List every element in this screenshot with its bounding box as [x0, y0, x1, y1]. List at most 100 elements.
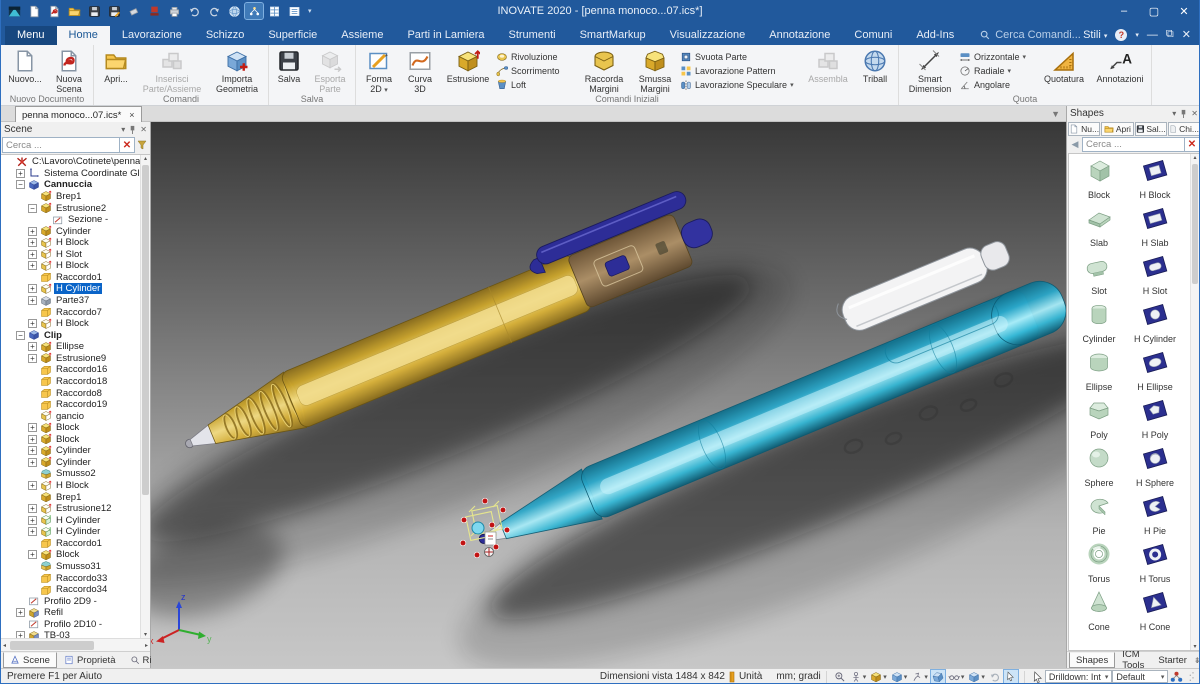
tree-item-cylinder[interactable]: +Cylinder	[2, 457, 150, 469]
tree-item-sezione-[interactable]: Sezione -	[2, 214, 150, 226]
catalog-item-h-pie[interactable]: H Pie	[1127, 492, 1183, 540]
tree-item-h-block[interactable]: +H Block	[2, 480, 150, 492]
status-icon-person[interactable]: ▾	[849, 670, 868, 684]
save-icon[interactable]	[85, 3, 103, 19]
tree-item-raccordo19[interactable]: Raccordo19	[2, 399, 150, 411]
tree-item-estrusione12[interactable]: +Estrusione12	[2, 503, 150, 515]
tree-item-raccordo7[interactable]: Raccordo7	[2, 306, 150, 318]
catalog-item-h-cylinder[interactable]: H Cylinder	[1127, 300, 1183, 348]
tree-item-gancio[interactable]: gancio	[2, 410, 150, 422]
viewport-3d[interactable]: z x y	[151, 122, 1066, 668]
catalog-item-ellipse[interactable]: Ellipse	[1071, 348, 1127, 396]
open-folder-icon[interactable]	[65, 3, 83, 19]
status-icon-cubeY[interactable]: ▾	[869, 670, 888, 684]
tree-item-block[interactable]: +Block	[2, 549, 150, 561]
tree-expander-icon[interactable]: +	[28, 458, 37, 467]
document-tab-close-icon[interactable]: ×	[129, 110, 134, 120]
catalog-item-h-poly[interactable]: H Poly	[1127, 396, 1183, 444]
cursor-select-icon[interactable]	[1031, 670, 1044, 684]
tree-item-clip[interactable]: −Clip	[2, 329, 150, 341]
tree-item-brep1[interactable]: Brep1	[2, 491, 150, 503]
scene-search-input[interactable]: Cerca ...	[2, 137, 120, 153]
ribbon-tab-strumenti[interactable]: Strumenti	[497, 26, 568, 45]
panel-close-icon[interactable]: ✕	[1191, 109, 1198, 118]
ribbon-button-orizzontale[interactable]: Orizzontale▾	[959, 50, 1037, 63]
tree-item-h-block[interactable]: +H Block	[2, 318, 150, 330]
tree-expander-icon[interactable]: +	[28, 516, 37, 525]
tree-expander-icon[interactable]: +	[28, 319, 37, 328]
ribbon-button-importa-geometria[interactable]: Importa Geometria	[209, 47, 265, 95]
catalog-item-partial[interactable]	[1071, 636, 1127, 651]
status-icon-glasses[interactable]: ▾	[947, 670, 966, 684]
ribbon-button-angolare[interactable]: Angolare	[959, 78, 1037, 91]
tree-expander-icon[interactable]: +	[28, 504, 37, 513]
status-icon-anchor[interactable]: ▾	[910, 670, 929, 684]
ribbon-tab-lavorazione[interactable]: Lavorazione	[110, 26, 194, 45]
structure-view-icon[interactable]	[245, 3, 263, 19]
help-caret-icon[interactable]: ▾	[1135, 31, 1139, 39]
tree-expander-icon[interactable]: −	[28, 204, 37, 213]
ribbon-button-raccorda-margini[interactable]: Raccorda Margini	[579, 47, 629, 95]
catalog-search-clear-icon[interactable]: ✕	[1185, 137, 1200, 152]
ribbon-button-smart-dimension[interactable]: Smart Dimension	[902, 47, 958, 95]
catalog-item-slab[interactable]: Slab	[1071, 204, 1127, 252]
tree-item-tb-03[interactable]: +TB-03	[2, 630, 150, 638]
ribbon-button-triball[interactable]: Triball	[855, 47, 895, 85]
catalog-item-h-torus[interactable]: H Torus	[1127, 540, 1183, 588]
tree-item-parte37[interactable]: +Parte37	[2, 295, 150, 307]
tree-expander-icon[interactable]: +	[16, 169, 25, 178]
tree-item-raccordo1[interactable]: Raccordo1	[2, 538, 150, 550]
tree-expander-icon[interactable]: +	[28, 481, 37, 490]
undo-icon[interactable]	[185, 3, 203, 19]
tree-expander-icon[interactable]: +	[16, 631, 25, 638]
ribbon-tab-annotazione[interactable]: Annotazione	[757, 26, 842, 45]
command-search[interactable]: Cerca Comandi...	[980, 29, 1081, 45]
tree-item-h-cylinder[interactable]: +H Cylinder	[2, 514, 150, 526]
ribbon-button-annotazioni[interactable]: AAnnotazioni	[1092, 47, 1148, 85]
tree-item-cannuccia[interactable]: −Cannuccia	[2, 179, 150, 191]
status-icon-zoomP[interactable]	[833, 670, 847, 684]
catalog-item-h-sphere[interactable]: H Sphere	[1127, 444, 1183, 492]
close-button[interactable]: ✕	[1169, 0, 1199, 22]
doc-restore-button[interactable]: ⧉	[1166, 28, 1174, 41]
resize-grip[interactable]: ⡪	[1185, 671, 1199, 682]
tree-expander-icon[interactable]: +	[28, 527, 37, 536]
ribbon-button-svuota-parte[interactable]: Svuota Parte	[680, 50, 802, 63]
ribbon-tab-assieme[interactable]: Assieme	[329, 26, 395, 45]
tree-item-h-cylinder[interactable]: +H Cylinder	[2, 526, 150, 538]
eraser-icon[interactable]	[125, 3, 143, 19]
ribbon-button-apri-[interactable]: Apri...	[97, 47, 135, 85]
panel-close-icon[interactable]: ✕	[140, 125, 147, 134]
catalog-button-nu-[interactable]: Nu...	[1068, 122, 1100, 136]
shapes-scrollbar[interactable]: ▴▾	[1190, 154, 1199, 650]
ribbon-button-nuovo-[interactable]: Nuovo...	[4, 47, 46, 85]
tree-item-smusso2[interactable]: Smusso2	[2, 468, 150, 480]
tree-item-h-slot[interactable]: +H Slot	[2, 249, 150, 261]
styles-dropdown[interactable]: Stili ▾	[1083, 29, 1107, 41]
catalog-item-slot[interactable]: Slot	[1071, 252, 1127, 300]
catalog-item-h-block[interactable]: H Block	[1127, 156, 1183, 204]
document-tab[interactable]: penna monoco...07.ics* ×	[15, 106, 142, 122]
tree-item-block[interactable]: +Block	[2, 434, 150, 446]
ribbon-tab-smartmarkup[interactable]: SmartMarkup	[568, 26, 658, 45]
panel-menu-icon[interactable]: ▾	[121, 125, 125, 134]
ribbon-button-curva-3d[interactable]: Curva 3D	[401, 47, 439, 95]
tree-expander-icon[interactable]: +	[28, 296, 37, 305]
maximize-button[interactable]: ▢	[1139, 0, 1169, 22]
tree-expander-icon[interactable]: +	[16, 608, 25, 617]
tree-expander-icon[interactable]: +	[28, 550, 37, 559]
back-arrow-icon[interactable]: ◀	[1068, 137, 1082, 152]
tree-expander-icon[interactable]: +	[28, 284, 37, 293]
tree-horizontal-scrollbar[interactable]: ◂▸	[1, 638, 150, 651]
tree-item-brep1[interactable]: Brep1	[2, 191, 150, 203]
minimize-button[interactable]: –	[1109, 0, 1139, 22]
tree-expander-icon[interactable]: +	[28, 423, 37, 432]
ribbon-button-scorrimento[interactable]: Scorrimento	[496, 64, 578, 77]
tree-item-sistema-coordinate-globale[interactable]: +Sistema Coordinate Globale	[2, 168, 150, 180]
ribbon-button-quotatura[interactable]: Quotatura	[1038, 47, 1090, 85]
tree-item-estrusione2[interactable]: −Estrusione2	[2, 202, 150, 214]
catalog-item-pie[interactable]: Pie	[1071, 492, 1127, 540]
save-as-icon[interactable]	[105, 3, 123, 19]
doc-minimize-button[interactable]: ―	[1147, 29, 1158, 41]
ribbon-button-estrusione[interactable]: Estrusione	[441, 47, 495, 85]
